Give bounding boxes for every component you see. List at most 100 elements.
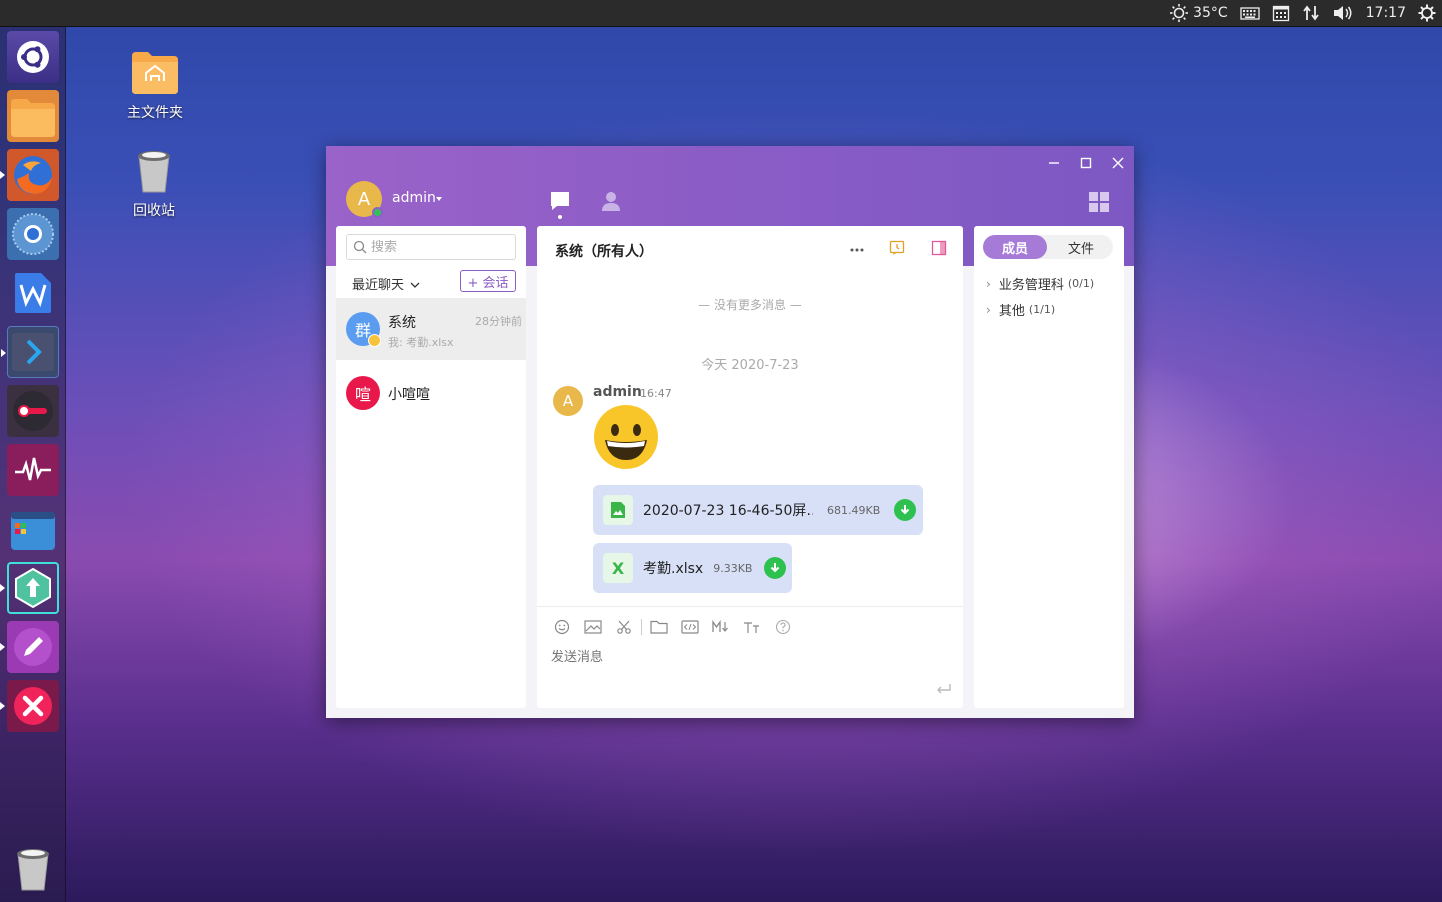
chat-name: 系统 xyxy=(388,315,416,331)
trash-icon xyxy=(17,849,49,891)
clock-text: 17:17 xyxy=(1365,5,1406,21)
toggle-sidebar-button[interactable] xyxy=(931,240,947,260)
maximize-button[interactable] xyxy=(1077,154,1095,172)
volume-indicator[interactable] xyxy=(1332,4,1354,22)
group-item-other[interactable]: › 其他 (1/1) xyxy=(986,300,1056,320)
launcher-dash[interactable] xyxy=(7,31,59,83)
weather-indicator[interactable]: 35°C xyxy=(1169,3,1228,23)
minimize-button[interactable] xyxy=(1045,154,1063,172)
scissors-icon xyxy=(617,620,631,634)
excel-file-icon: X xyxy=(603,553,633,583)
running-indicator xyxy=(0,584,5,592)
chevron-down-icon[interactable] xyxy=(436,197,442,201)
wps-writer-icon xyxy=(15,273,51,313)
temperature-text: 35°C xyxy=(1193,5,1228,21)
launcher-audio-app[interactable] xyxy=(7,444,59,496)
history-button[interactable] xyxy=(889,240,905,260)
user-name[interactable]: admin xyxy=(392,190,436,206)
download-button[interactable] xyxy=(894,499,917,521)
conversation-panel: 系统（所有人） — 没有更多消息 — 今天 2020-7-23 A admin … xyxy=(537,226,963,708)
launcher-files[interactable] xyxy=(7,90,59,142)
group-item-business[interactable]: › 业务管理科 (0/1) xyxy=(986,274,1095,294)
new-chat-button[interactable]: + 会话 xyxy=(460,270,516,292)
desktop-home-folder[interactable]: 主文件夹 xyxy=(115,48,195,122)
recent-chats-label: 最近聊天 xyxy=(352,278,405,293)
search-input[interactable] xyxy=(371,239,511,255)
clock[interactable]: 17:17 xyxy=(1366,5,1406,21)
screenshot-button[interactable] xyxy=(615,618,633,636)
calendar-icon xyxy=(1272,5,1289,22)
network-indicator[interactable] xyxy=(1302,4,1320,22)
more-dots-icon xyxy=(850,248,864,252)
launcher-chromium[interactable] xyxy=(7,208,59,260)
chat-bubble-icon xyxy=(551,192,569,210)
chat-item-system[interactable]: 群 系统 我: 考勤.xlsx 28分钟前 xyxy=(336,298,526,360)
online-status-dot xyxy=(372,207,383,218)
chat-avatar: 喧 xyxy=(346,376,380,410)
emoji-button[interactable] xyxy=(553,618,571,636)
message-avatar[interactable]: A xyxy=(553,386,583,416)
file-name: 2020-07-23 16-46-50屏… xyxy=(643,503,813,519)
chat-preview: 我: 考勤.xlsx xyxy=(388,336,454,349)
search-box[interactable] xyxy=(346,234,516,260)
network-arrows-icon xyxy=(1302,5,1319,21)
launcher-xuanxuan[interactable] xyxy=(0,562,59,614)
markdown-button[interactable] xyxy=(712,618,730,636)
tab-members[interactable]: 成员 xyxy=(983,235,1047,259)
home-folder-icon xyxy=(132,52,178,94)
keyboard-indicator[interactable] xyxy=(1239,5,1260,21)
app-store-icon xyxy=(11,512,55,550)
image-file-icon xyxy=(603,495,633,525)
group-count: (1/1) xyxy=(1028,303,1056,316)
group-count: (0/1) xyxy=(1067,277,1095,290)
font-size-button[interactable] xyxy=(743,618,761,636)
launcher-toggle-app[interactable] xyxy=(7,385,59,437)
smile-icon xyxy=(554,619,570,635)
image-button[interactable] xyxy=(584,618,602,636)
folder-icon xyxy=(650,620,668,634)
code-button[interactable] xyxy=(681,618,699,636)
trash-icon xyxy=(138,151,170,193)
calendar-indicator[interactable] xyxy=(1272,4,1290,22)
launcher-text-editor[interactable] xyxy=(0,621,59,673)
more-options-button[interactable] xyxy=(849,242,865,261)
pencil-icon xyxy=(14,628,52,666)
launcher-firefox[interactable] xyxy=(0,149,59,201)
system-menu[interactable] xyxy=(1418,4,1436,22)
launcher-dock xyxy=(0,27,66,902)
close-icon xyxy=(1112,157,1124,169)
tab-chats[interactable] xyxy=(548,189,572,219)
desktop-trash[interactable]: 回收站 xyxy=(114,148,194,220)
download-arrow-icon xyxy=(771,563,780,573)
browser-icon xyxy=(12,213,54,255)
conversation-title: 系统（所有人） xyxy=(555,244,653,260)
file-attachment[interactable]: 2020-07-23 16-46-50屏… 681.49KB xyxy=(593,485,923,535)
close-button[interactable] xyxy=(1109,154,1127,172)
apps-grid-button[interactable] xyxy=(1088,191,1110,213)
launcher-trash[interactable] xyxy=(7,843,59,895)
waveform-icon xyxy=(15,457,51,481)
firefox-icon xyxy=(14,156,52,194)
launcher-app-store[interactable] xyxy=(7,503,59,555)
send-button[interactable] xyxy=(935,681,953,700)
running-indicator xyxy=(0,643,5,651)
help-button[interactable] xyxy=(774,618,792,636)
message-input[interactable] xyxy=(551,646,931,686)
toolbar-separator xyxy=(641,619,642,635)
chat-item-xiaoxuanxuan[interactable]: 喧 小喧喧 xyxy=(336,362,526,424)
tab-files[interactable]: 文件 xyxy=(1049,235,1113,259)
file-attachment[interactable]: X 考勤.xlsx 9.33KB xyxy=(593,543,792,593)
launcher-xmind[interactable] xyxy=(0,680,59,732)
grid-icon xyxy=(1089,192,1109,212)
group-name: 其他 xyxy=(998,304,1025,319)
running-indicator xyxy=(0,702,5,710)
tab-contacts[interactable] xyxy=(599,189,623,213)
download-button[interactable] xyxy=(764,557,787,579)
recent-chats-dropdown[interactable]: 最近聊天 xyxy=(352,274,420,293)
sidebar-panel-icon xyxy=(931,240,947,256)
file-button[interactable] xyxy=(650,618,668,636)
markdown-icon xyxy=(712,620,728,632)
message-sender: admin xyxy=(593,384,642,400)
launcher-terminal-app[interactable] xyxy=(1,326,59,378)
launcher-wps[interactable] xyxy=(7,267,59,319)
